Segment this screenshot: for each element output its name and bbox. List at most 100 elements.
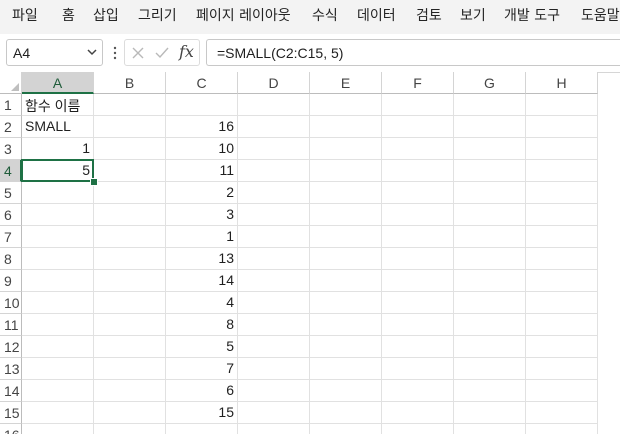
cell-f12[interactable] [382, 336, 454, 358]
cell-c6[interactable]: 3 [166, 204, 238, 226]
cell-f9[interactable] [382, 270, 454, 292]
cell-h8[interactable] [526, 248, 598, 270]
row-header-12[interactable]: 12 [0, 336, 22, 358]
select-all-button[interactable] [0, 72, 22, 94]
check-icon[interactable] [154, 46, 170, 60]
cell-e14[interactable] [310, 380, 382, 402]
menu-view[interactable]: 보기 [460, 7, 486, 25]
cell-h15[interactable] [526, 402, 598, 424]
cell-a5[interactable] [22, 182, 94, 204]
menu-file[interactable]: 파일 [12, 7, 38, 25]
row-header-1[interactable]: 1 [0, 94, 22, 116]
row-header-5[interactable]: 5 [0, 182, 22, 204]
row-header-3[interactable]: 3 [0, 138, 22, 160]
cell-b13[interactable] [94, 358, 166, 380]
cell-b3[interactable] [94, 138, 166, 160]
cell-c4[interactable]: 11 [166, 160, 238, 182]
cell-e7[interactable] [310, 226, 382, 248]
row-header-14[interactable]: 14 [0, 380, 22, 402]
menu-home[interactable]: 홈 [62, 7, 75, 25]
cell-e9[interactable] [310, 270, 382, 292]
cell-d5[interactable] [238, 182, 310, 204]
cell-d12[interactable] [238, 336, 310, 358]
cell-d10[interactable] [238, 292, 310, 314]
cell-h12[interactable] [526, 336, 598, 358]
cell-b5[interactable] [94, 182, 166, 204]
cell-e11[interactable] [310, 314, 382, 336]
cell-h6[interactable] [526, 204, 598, 226]
cell-h13[interactable] [526, 358, 598, 380]
cell-c8[interactable]: 13 [166, 248, 238, 270]
cell-b7[interactable] [94, 226, 166, 248]
cell-c14[interactable]: 6 [166, 380, 238, 402]
cell-e13[interactable] [310, 358, 382, 380]
cell-g5[interactable] [454, 182, 526, 204]
row-header-15[interactable]: 15 [0, 402, 22, 424]
column-header-h[interactable]: H [526, 72, 598, 94]
cell-e5[interactable] [310, 182, 382, 204]
cell-b12[interactable] [94, 336, 166, 358]
cell-c11[interactable]: 8 [166, 314, 238, 336]
menu-draw[interactable]: 그리기 [138, 7, 177, 25]
cell-e4[interactable] [310, 160, 382, 182]
row-header-6[interactable]: 6 [0, 204, 22, 226]
cell-g11[interactable] [454, 314, 526, 336]
column-header-g[interactable]: G [454, 72, 526, 94]
cell-g8[interactable] [454, 248, 526, 270]
cell-e16[interactable] [310, 424, 382, 434]
row-header-16[interactable]: 16 [0, 424, 22, 434]
menu-page-layout[interactable]: 페이지 레이아웃 [196, 7, 291, 25]
cell-c7[interactable]: 1 [166, 226, 238, 248]
cell-g13[interactable] [454, 358, 526, 380]
cell-d4[interactable] [238, 160, 310, 182]
cell-g2[interactable] [454, 116, 526, 138]
cell-d16[interactable] [238, 424, 310, 434]
cell-d3[interactable] [238, 138, 310, 160]
cell-d15[interactable] [238, 402, 310, 424]
cell-f7[interactable] [382, 226, 454, 248]
cell-e3[interactable] [310, 138, 382, 160]
close-icon[interactable] [131, 46, 145, 60]
cell-a12[interactable] [22, 336, 94, 358]
cell-e2[interactable] [310, 116, 382, 138]
cell-g4[interactable] [454, 160, 526, 182]
cell-d13[interactable] [238, 358, 310, 380]
cell-a7[interactable] [22, 226, 94, 248]
cell-f8[interactable] [382, 248, 454, 270]
menu-formulas[interactable]: 수식 [312, 7, 338, 25]
cell-d14[interactable] [238, 380, 310, 402]
cell-b14[interactable] [94, 380, 166, 402]
cell-f2[interactable] [382, 116, 454, 138]
cell-f13[interactable] [382, 358, 454, 380]
fx-icon[interactable]: fx [179, 42, 194, 61]
cell-a15[interactable] [22, 402, 94, 424]
row-header-7[interactable]: 7 [0, 226, 22, 248]
cell-f6[interactable] [382, 204, 454, 226]
cell-b9[interactable] [94, 270, 166, 292]
cell-a2[interactable]: SMALL [22, 116, 94, 138]
cell-h1[interactable] [526, 94, 598, 116]
cell-h2[interactable] [526, 116, 598, 138]
cell-a4[interactable]: 5 [22, 160, 94, 182]
cell-h11[interactable] [526, 314, 598, 336]
cell-b2[interactable] [94, 116, 166, 138]
cell-g9[interactable] [454, 270, 526, 292]
cell-c5[interactable]: 2 [166, 182, 238, 204]
row-header-4[interactable]: 4 [0, 160, 22, 182]
cell-a9[interactable] [22, 270, 94, 292]
cell-f10[interactable] [382, 292, 454, 314]
cell-g1[interactable] [454, 94, 526, 116]
menu-developer[interactable]: 개발 도구 [504, 7, 560, 25]
cell-e8[interactable] [310, 248, 382, 270]
cell-f16[interactable] [382, 424, 454, 434]
cell-f14[interactable] [382, 380, 454, 402]
cell-e10[interactable] [310, 292, 382, 314]
row-header-8[interactable]: 8 [0, 248, 22, 270]
column-header-f[interactable]: F [382, 72, 454, 94]
menu-help[interactable]: 도움말 [581, 7, 620, 25]
cell-c2[interactable]: 16 [166, 116, 238, 138]
cell-g7[interactable] [454, 226, 526, 248]
cell-h16[interactable] [526, 424, 598, 434]
menu-data[interactable]: 데이터 [357, 7, 396, 25]
cell-a10[interactable] [22, 292, 94, 314]
